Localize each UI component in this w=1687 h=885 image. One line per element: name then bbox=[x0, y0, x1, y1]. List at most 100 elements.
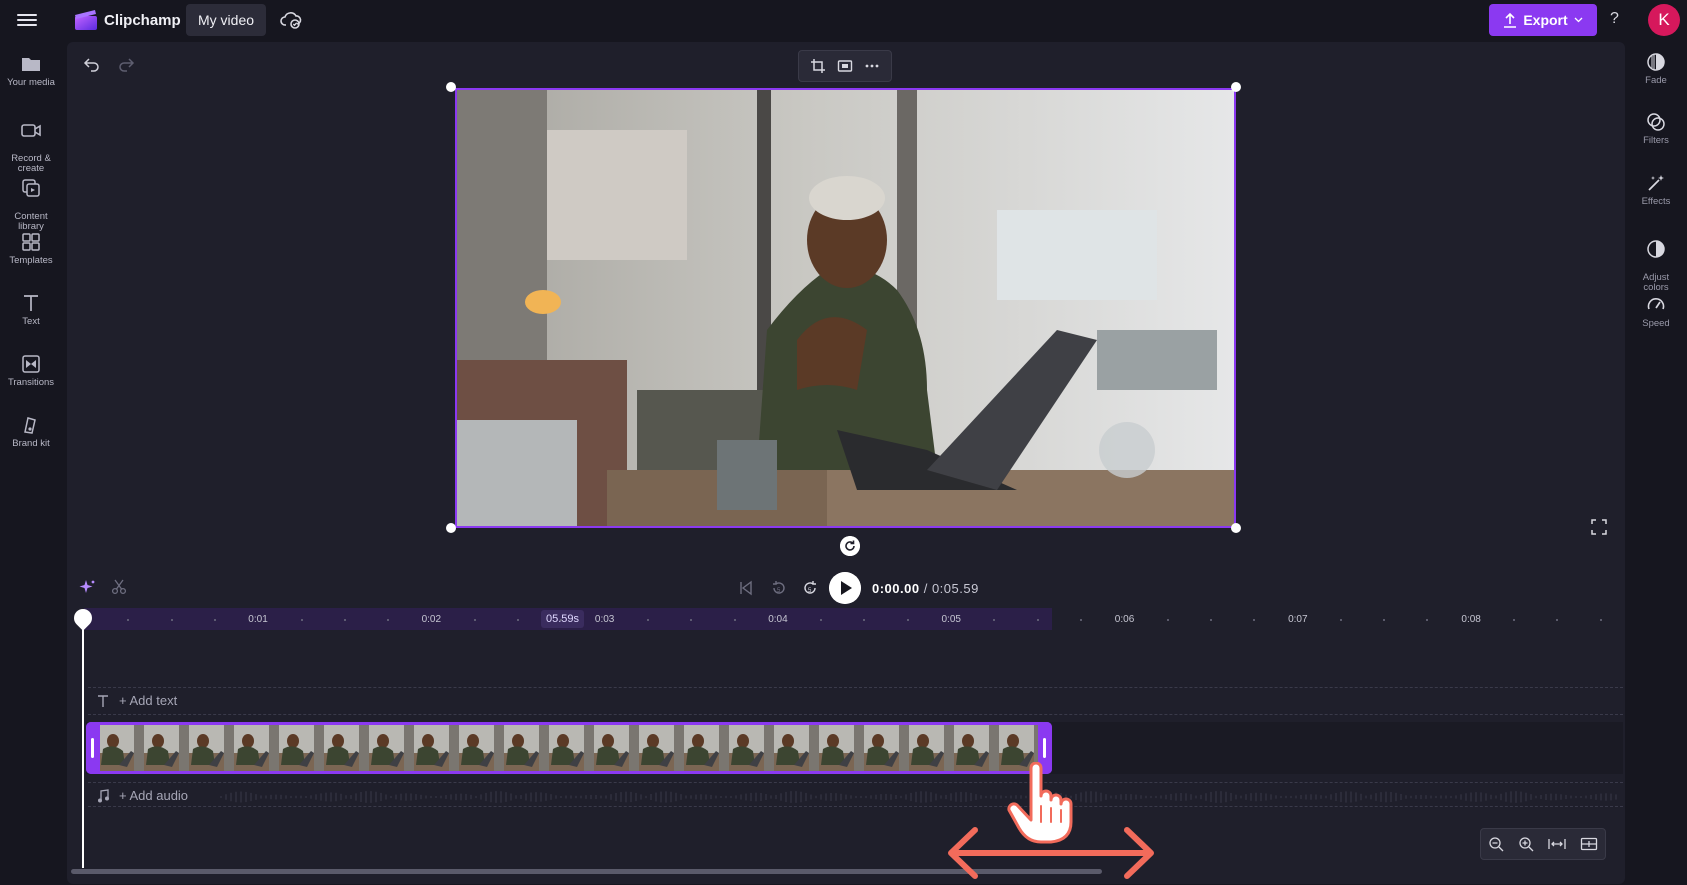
clip-trim-handle-left[interactable] bbox=[86, 722, 100, 774]
property-adjust-colors[interactable]: Adjust colors bbox=[1625, 229, 1687, 293]
total-time: / 0:05.59 bbox=[923, 581, 979, 596]
ruler-tick-dot bbox=[1599, 619, 1602, 621]
track-divider bbox=[88, 782, 1623, 783]
avatar[interactable]: K bbox=[1648, 4, 1680, 36]
clip-thumbnail bbox=[539, 725, 584, 771]
ruler-tick-dot bbox=[343, 619, 346, 621]
adjust-colors-icon bbox=[1647, 240, 1665, 258]
ruler-tick-dot bbox=[170, 619, 173, 621]
resize-handle-top-left[interactable] bbox=[446, 82, 456, 92]
ruler-tick-dot bbox=[1166, 619, 1169, 621]
clip-thumbnail bbox=[944, 725, 989, 771]
sidebar-item-content-library[interactable]: Content library bbox=[0, 168, 62, 232]
sidebar-item-text[interactable]: Text bbox=[0, 293, 62, 327]
redo-icon[interactable] bbox=[117, 55, 135, 73]
resize-handle-bottom-right[interactable] bbox=[1231, 523, 1241, 533]
clip-thumbnails bbox=[89, 725, 1049, 771]
top-bar: Clipchamp My video Export ? K bbox=[0, 0, 1687, 40]
rewind-5s-icon[interactable]: 5 bbox=[770, 579, 788, 597]
fit-timeline-icon[interactable] bbox=[1548, 836, 1566, 852]
project-name-button[interactable]: My video bbox=[186, 4, 267, 36]
library-icon bbox=[22, 179, 40, 197]
add-audio-track[interactable]: + Add audio bbox=[97, 788, 188, 803]
app-title: Clipchamp bbox=[104, 12, 181, 29]
split-scissors-icon[interactable] bbox=[111, 579, 127, 595]
fade-icon bbox=[1647, 53, 1665, 71]
help-button[interactable]: ? bbox=[1610, 10, 1619, 28]
cloud-sync-icon[interactable] bbox=[280, 10, 302, 30]
ruler-tick-dot bbox=[1383, 619, 1385, 621]
camera-icon bbox=[21, 124, 41, 137]
clip-thumbnail bbox=[629, 725, 674, 771]
sidebar-item-record-create[interactable]: Record & create bbox=[0, 110, 62, 174]
timeline-zoom-controls bbox=[1480, 828, 1606, 860]
ruler-tick-dot bbox=[906, 619, 909, 621]
property-effects[interactable]: Effects bbox=[1625, 173, 1687, 207]
forward-5s-icon[interactable]: 5 bbox=[801, 579, 819, 597]
clip-end-marker: 05.59s bbox=[541, 610, 585, 628]
track-divider bbox=[88, 687, 1623, 688]
property-label: Adjust colors bbox=[1642, 272, 1670, 293]
sidebar-item-transitions[interactable]: Transitions bbox=[0, 354, 62, 388]
clip-thumbnail bbox=[809, 725, 854, 771]
track-view-icon[interactable] bbox=[1580, 836, 1598, 852]
sidebar-item-label: Text bbox=[22, 316, 40, 327]
video-clip[interactable] bbox=[86, 722, 1052, 774]
clip-thumbnail bbox=[404, 725, 449, 771]
ruler-tick-label: 0:04 bbox=[768, 614, 788, 625]
add-text-track[interactable]: + Add text bbox=[97, 693, 177, 708]
sidebar-item-label: Your media bbox=[7, 77, 55, 88]
audio-waveform-placeholder bbox=[220, 791, 1617, 803]
resize-handle-bottom-left[interactable] bbox=[446, 523, 456, 533]
clip-thumbnail bbox=[359, 725, 404, 771]
ruler-tick-label: 0:01 bbox=[248, 614, 268, 625]
property-filters[interactable]: Filters bbox=[1625, 112, 1687, 146]
clip-thumbnail bbox=[179, 725, 224, 771]
ruler-tick-dot bbox=[1209, 619, 1212, 621]
clip-thumbnail bbox=[314, 725, 359, 771]
export-button[interactable]: Export bbox=[1489, 4, 1597, 36]
ai-sparkle-icon[interactable] bbox=[79, 579, 95, 595]
menu-icon[interactable] bbox=[17, 11, 37, 29]
text-icon bbox=[98, 694, 108, 707]
clip-thumbnail bbox=[764, 725, 809, 771]
clip-thumbnail bbox=[449, 725, 494, 771]
fit-icon[interactable] bbox=[837, 58, 853, 74]
pointer-hand-cursor-icon bbox=[1007, 762, 1073, 844]
ruler-tick-dot bbox=[517, 619, 519, 621]
ruler-tick-dot bbox=[1512, 619, 1515, 621]
brand-kit-icon bbox=[24, 417, 36, 434]
ruler-tick-label: 0:03 bbox=[594, 614, 615, 625]
property-speed[interactable]: Speed bbox=[1625, 295, 1687, 329]
zoom-in-icon[interactable] bbox=[1518, 836, 1534, 852]
more-options-icon[interactable] bbox=[864, 58, 880, 74]
play-button[interactable] bbox=[829, 572, 861, 604]
track-divider bbox=[88, 806, 1623, 807]
playback-timecode: 0:00.00 / 0:05.59 bbox=[872, 581, 979, 596]
video-preview[interactable] bbox=[455, 88, 1236, 528]
folder-icon bbox=[22, 58, 40, 71]
left-sidebar: Your media Record & create Content libra… bbox=[0, 40, 62, 885]
upload-icon bbox=[1504, 12, 1517, 28]
fullscreen-icon[interactable] bbox=[1590, 518, 1608, 536]
property-label: Filters bbox=[1643, 135, 1669, 146]
sidebar-item-templates[interactable]: Templates bbox=[0, 232, 62, 266]
property-label: Fade bbox=[1645, 75, 1667, 86]
speed-icon bbox=[1647, 298, 1665, 310]
rotate-icon[interactable] bbox=[840, 536, 860, 556]
sidebar-item-your-media[interactable]: Your media bbox=[0, 54, 62, 88]
zoom-out-icon[interactable] bbox=[1488, 836, 1504, 852]
resize-handle-top-right[interactable] bbox=[1231, 82, 1241, 92]
sidebar-item-brand-kit[interactable]: Brand kit bbox=[0, 415, 62, 449]
add-text-label: + Add text bbox=[119, 693, 178, 708]
ruler-tick-label: 0:08 bbox=[1461, 614, 1481, 625]
crop-icon[interactable] bbox=[810, 58, 826, 74]
ruler-tick-dot bbox=[213, 619, 216, 621]
chevron-down-icon bbox=[1574, 17, 1583, 23]
clip-thumbnail bbox=[269, 725, 314, 771]
ruler-tick-dot bbox=[300, 619, 303, 621]
undo-icon[interactable] bbox=[83, 55, 101, 73]
property-fade[interactable]: Fade bbox=[1625, 52, 1687, 86]
right-sidebar: Fade Filters Effects Adjust colors Speed bbox=[1625, 40, 1687, 885]
skip-back-icon[interactable] bbox=[738, 580, 754, 596]
